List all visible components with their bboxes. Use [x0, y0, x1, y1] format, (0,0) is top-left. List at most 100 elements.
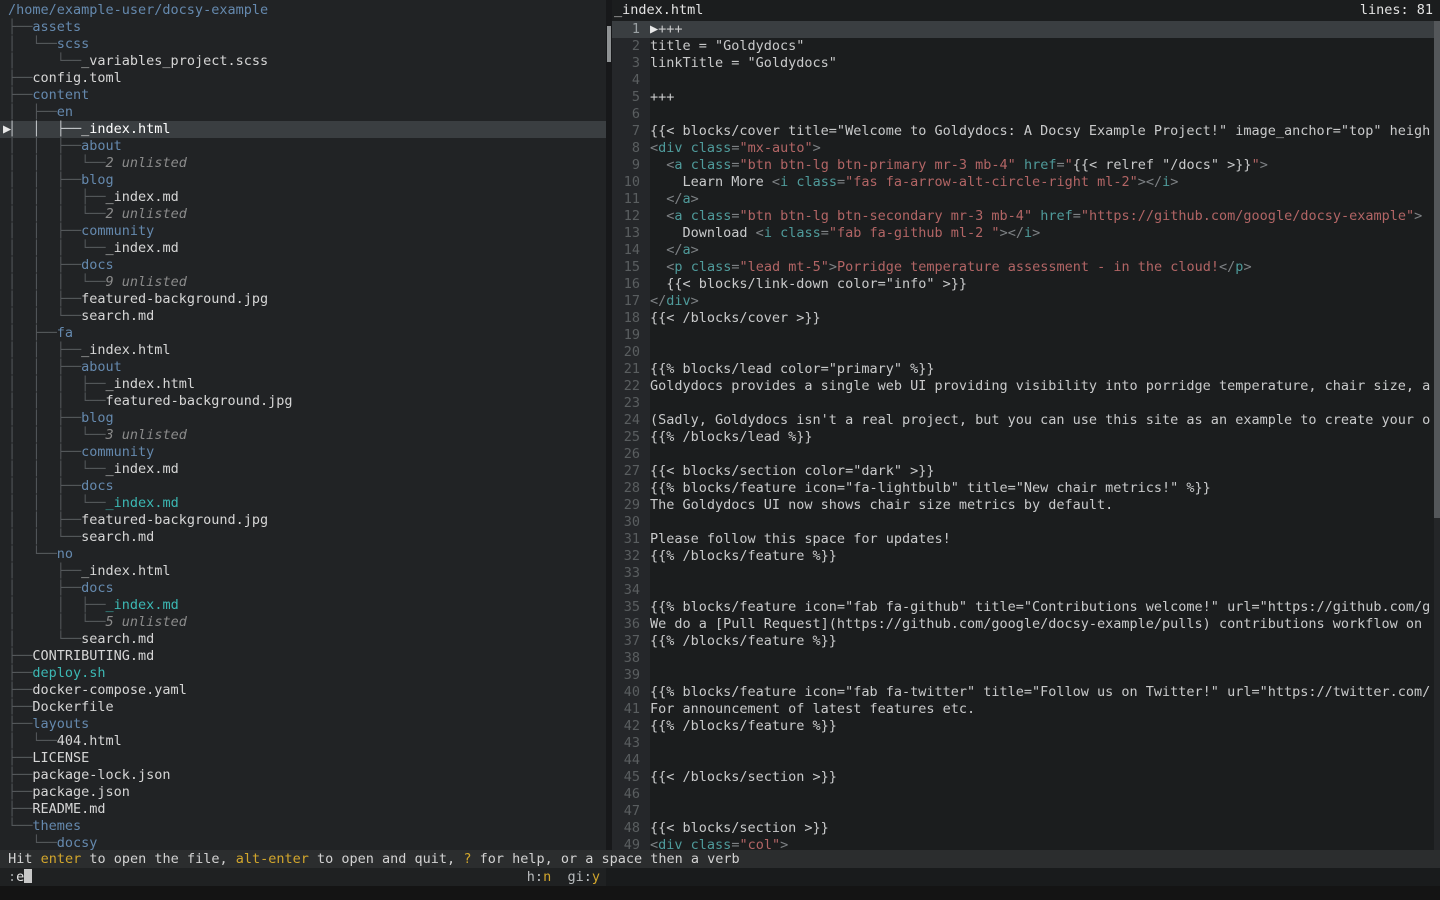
tree-item[interactable]: │ │ ├──community [0, 223, 606, 240]
input-prompt: : [8, 869, 16, 885]
tree-item[interactable]: │ │ └──5 unlisted [0, 614, 606, 631]
tree-item-label: community [81, 223, 154, 239]
tree-item[interactable]: │ └──search.md [0, 631, 606, 648]
tree-item[interactable]: │ ├──docs [0, 580, 606, 597]
code-preview-area[interactable]: 1▶+++2title = "Goldydocs"3linkTitle = "G… [612, 21, 1434, 850]
tree-item[interactable]: │ ├──fa [0, 325, 606, 342]
tree-item[interactable]: │ └──_variables_project.scss [0, 53, 606, 70]
tree-item[interactable]: ├──package-lock.json [0, 767, 606, 784]
line-content: </div> [650, 293, 1434, 310]
tree-item-label: _index.html [81, 342, 170, 358]
tree-item[interactable]: │ └──no [0, 546, 606, 563]
line-content [650, 565, 1434, 582]
status-bar: Hit enter to open the file, alt-enter to… [0, 850, 1440, 868]
tree-item[interactable]: │ │ ├──featured-background.jpg [0, 512, 606, 529]
tree-item-label: scss [57, 36, 90, 52]
line-number: 40 [612, 684, 650, 701]
line-number: 46 [612, 786, 650, 803]
tree-item[interactable]: │ │ │ └──3 unlisted [0, 427, 606, 444]
line-content: title = "Goldydocs" [650, 38, 1434, 55]
command-input[interactable]: :e [8, 868, 32, 886]
tree-item[interactable]: │ └──scss [0, 36, 606, 53]
tree-item-label: LICENSE [32, 750, 89, 766]
tree-item[interactable]: │ │ ├──_index.md [0, 597, 606, 614]
tree-item-label: docs [81, 478, 114, 494]
tree-item[interactable]: │ │ ├──blog [0, 410, 606, 427]
tree-item[interactable]: │ ├──_index.html [0, 563, 606, 580]
line-number: 24 [612, 412, 650, 429]
line-number: 4 [612, 72, 650, 89]
preview-line: 28{{% blocks/feature icon="fa-lightbulb"… [612, 480, 1434, 497]
line-number: 31 [612, 531, 650, 548]
tree-item[interactable]: /home/example-user/docsy-example [0, 2, 606, 19]
tree-item[interactable]: ├──assets [0, 19, 606, 36]
tree-item[interactable]: │ │ │ └──_index.md [0, 495, 606, 512]
line-content: {{% blocks/feature icon="fab fa-github" … [650, 599, 1434, 616]
line-content: {{% /blocks/lead %}} [650, 429, 1434, 446]
tree-item-label: community [81, 444, 154, 460]
line-content: {{< blocks/cover title="Welcome to Goldy… [650, 123, 1434, 140]
tree-item-selected[interactable]: ▶│ │ ├──_index.html [0, 121, 606, 138]
tree-item[interactable]: │ │ │ ├──_index.md [0, 189, 606, 206]
tree-item[interactable]: ├──layouts [0, 716, 606, 733]
tree-scrollbar-thumb[interactable] [607, 26, 611, 62]
tree-item[interactable]: │ │ └──search.md [0, 529, 606, 546]
tree-item[interactable]: │ │ ├──community [0, 444, 606, 461]
tree-item[interactable]: ├──Dockerfile [0, 699, 606, 716]
tree-item[interactable]: │ │ │ └──featured-background.jpg [0, 393, 606, 410]
line-content [650, 327, 1434, 344]
tree-item[interactable]: │ │ │ └──2 unlisted [0, 206, 606, 223]
tree-item[interactable]: │ │ ├──featured-background.jpg [0, 291, 606, 308]
tree-item[interactable]: └──themes [0, 818, 606, 835]
tree-item[interactable]: ├──config.toml [0, 70, 606, 87]
tree-item[interactable]: │ ├──en [0, 104, 606, 121]
line-number: 47 [612, 803, 650, 820]
line-number: 29 [612, 497, 650, 514]
tree-item[interactable]: │ │ ├──about [0, 359, 606, 376]
preview-lines-count: lines: 81 [1360, 0, 1433, 21]
line-number: 12 [612, 208, 650, 225]
preview-line: 9 <a class="btn btn-lg btn-primary mr-3 … [612, 157, 1434, 174]
tree-item[interactable]: │ │ ├──_index.html [0, 342, 606, 359]
preview-line: 8<div class="mx-auto"> [612, 140, 1434, 157]
tree-item[interactable]: │ │ └──search.md [0, 308, 606, 325]
preview-scrollbar[interactable] [1434, 21, 1440, 850]
tree-item-label: search.md [81, 631, 154, 647]
line-content: {{< blocks/section color="dark" >}} [650, 463, 1434, 480]
tree-item[interactable]: ├──LICENSE [0, 750, 606, 767]
tree-item[interactable]: │ └──404.html [0, 733, 606, 750]
preview-line: 39 [612, 667, 1434, 684]
line-content: ▶+++ [650, 21, 1434, 38]
tree-item[interactable]: │ │ │ └──9 unlisted [0, 274, 606, 291]
line-content: <a class="btn btn-lg btn-primary mr-3 mb… [650, 157, 1434, 174]
line-number: 44 [612, 752, 650, 769]
line-content [650, 395, 1434, 412]
preview-scrollbar-thumb[interactable] [1434, 21, 1440, 518]
tree-item[interactable]: ├──deploy.sh [0, 665, 606, 682]
tree-item[interactable]: │ │ │ └──2 unlisted [0, 155, 606, 172]
line-number: 21 [612, 361, 650, 378]
file-tree-panel[interactable]: /home/example-user/docsy-example├──asset… [0, 0, 606, 852]
tree-item[interactable]: ├──package.json [0, 784, 606, 801]
line-number: 18 [612, 310, 650, 327]
tree-item[interactable]: ├──README.md [0, 801, 606, 818]
tree-item[interactable]: ├──CONTRIBUTING.md [0, 648, 606, 665]
tree-item-label: 9 unlisted [106, 274, 187, 290]
tree-item[interactable]: │ │ ├──docs [0, 257, 606, 274]
tree-item[interactable]: │ │ ├──docs [0, 478, 606, 495]
tree-item[interactable]: │ │ ├──blog [0, 172, 606, 189]
line-content: {{% blocks/feature icon="fa-lightbulb" t… [650, 480, 1434, 497]
tree-item[interactable]: │ │ │ ├──_index.html [0, 376, 606, 393]
tree-item[interactable]: ├──content [0, 87, 606, 104]
tree-item[interactable]: │ │ │ └──_index.md [0, 461, 606, 478]
line-number: 15 [612, 259, 650, 276]
tree-item[interactable]: │ │ │ └──_index.md [0, 240, 606, 257]
tree-item[interactable]: │ │ ├──about [0, 138, 606, 155]
tree-item-label: assets [32, 19, 81, 35]
command-input-bar[interactable]: :e h:n gi:y [0, 868, 606, 886]
tree-item[interactable]: ├──docker-compose.yaml [0, 682, 606, 699]
tree-item-label: _index.html [81, 563, 170, 579]
preview-line: 24(Sadly, Goldydocs isn't a real project… [612, 412, 1434, 429]
line-content: Goldydocs provides a single web UI provi… [650, 378, 1434, 395]
input-value: e [16, 869, 24, 885]
